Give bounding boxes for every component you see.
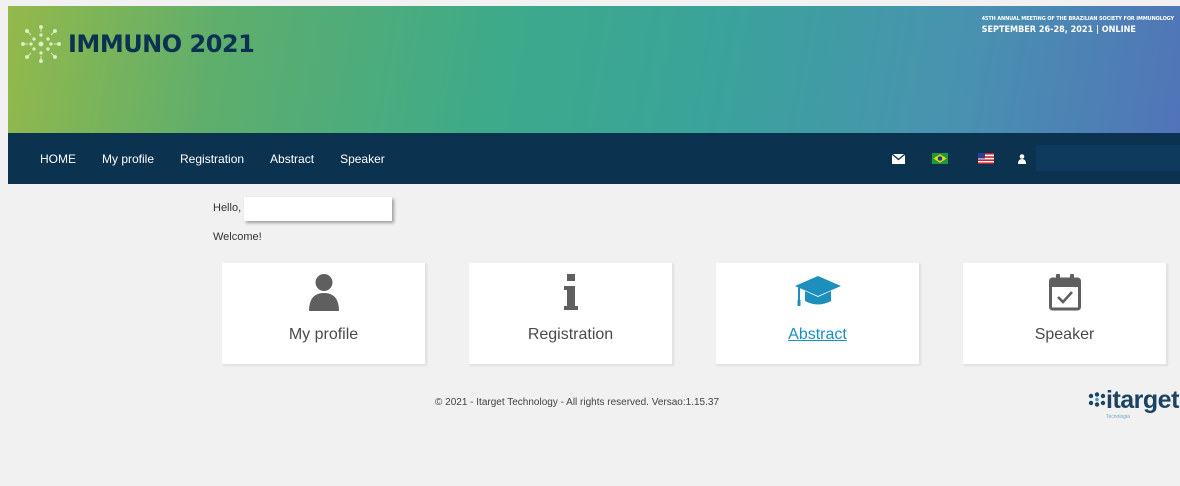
card-registration[interactable]: Registration <box>469 263 673 365</box>
user-name-box[interactable] <box>1036 145 1180 171</box>
logo-text: IMMUNO 2021 <box>68 30 255 58</box>
logo-burst-icon <box>21 25 61 63</box>
info-icon <box>469 273 672 311</box>
card-label[interactable]: Abstract <box>716 326 919 344</box>
navbar: HOME My profile Registration Abstract Sp… <box>8 133 1180 184</box>
event-date: SEPTEMBER 26-28, 2021 | ONLINE <box>981 25 1136 35</box>
card-my-profile[interactable]: My profile <box>222 263 426 365</box>
header-banner: IMMUNO 2021 45TH ANNUAL MEETING OF THE B… <box>8 6 1180 133</box>
itarget-brand-subtitle: Tecnologia <box>1106 414 1130 420</box>
user-icon <box>222 273 425 311</box>
itarget-logo-icon <box>1088 392 1106 407</box>
nav-menu: HOME My profile Registration Abstract Sp… <box>40 133 411 184</box>
event-title: 45TH ANNUAL MEETING OF THE BRAZILIAN SOC… <box>981 16 1174 22</box>
footer-copyright: © 2021 - Itarget Technology - All rights… <box>435 397 720 408</box>
event-info: 45TH ANNUAL MEETING OF THE BRAZILIAN SOC… <box>982 16 1174 35</box>
card-label: Speaker <box>1034 326 1095 343</box>
nav-item-home[interactable]: HOME <box>40 152 76 166</box>
envelope-icon[interactable] <box>891 153 905 165</box>
nav-item-speaker[interactable]: Speaker <box>340 152 385 166</box>
brazil-flag-icon[interactable] <box>932 153 948 164</box>
graduation-cap-icon <box>716 273 919 311</box>
card-label: My profile <box>288 326 359 343</box>
greeting-hello: Hello, <box>213 202 242 214</box>
nav-item-my-profile[interactable]: My profile <box>102 152 154 166</box>
card-label: Registration <box>527 326 614 343</box>
nav-actions <box>888 133 1026 184</box>
card-abstract[interactable]: Abstract <box>716 263 920 365</box>
nav-item-abstract[interactable]: Abstract <box>270 152 314 166</box>
greeting-welcome: Welcome! <box>213 231 262 243</box>
card-speaker[interactable]: Speaker <box>963 263 1167 365</box>
usa-flag-icon[interactable] <box>978 153 994 164</box>
itarget-brand-text: itarget <box>1106 386 1179 414</box>
user-name-field <box>244 197 392 221</box>
calendar-check-icon <box>963 273 1166 311</box>
user-icon[interactable] <box>1018 153 1026 164</box>
nav-item-registration[interactable]: Registration <box>180 152 244 166</box>
itarget-logo[interactable]: itarget Tecnologia <box>1088 386 1179 420</box>
logo[interactable]: IMMUNO 2021 <box>18 24 255 64</box>
